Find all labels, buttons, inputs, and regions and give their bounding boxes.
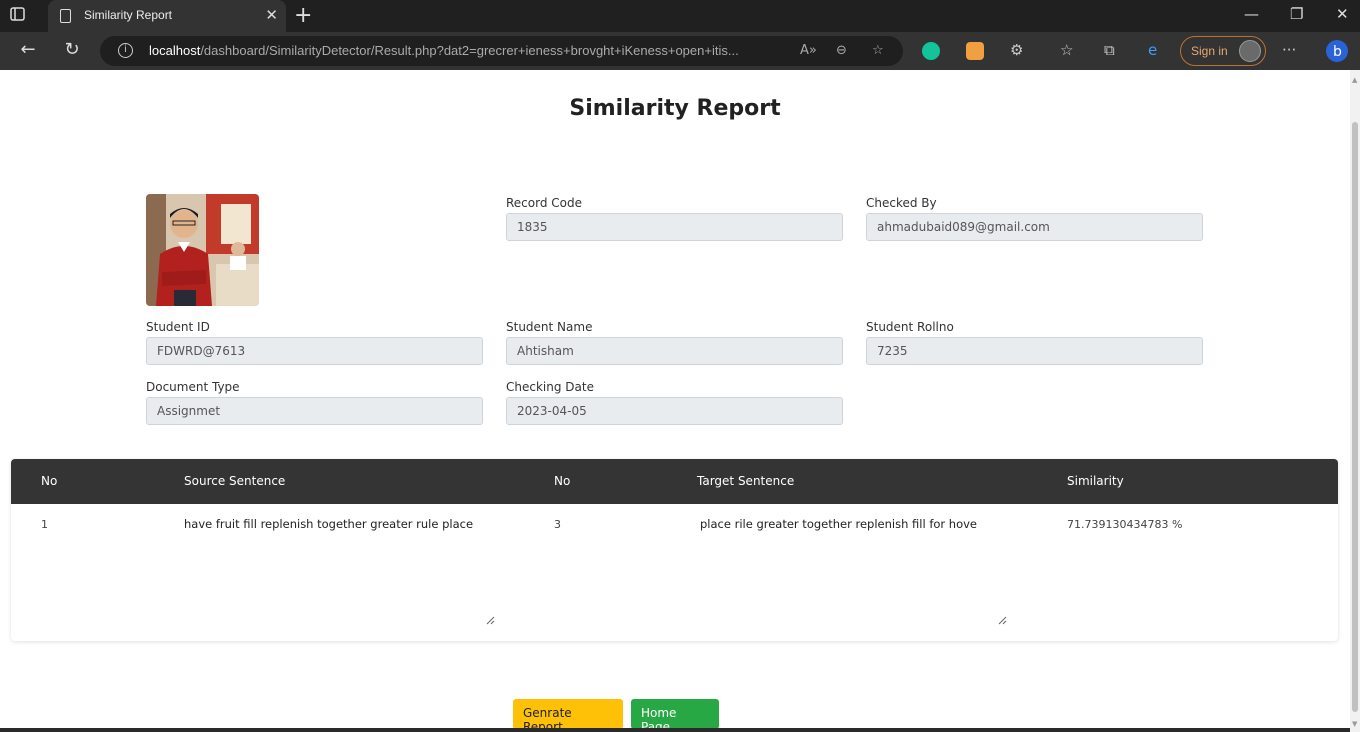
page-scrollbar[interactable]: ▲ ▼: [1350, 70, 1360, 732]
bing-copilot-icon[interactable]: b: [1322, 34, 1352, 68]
checking-date-label: Checking Date: [506, 380, 594, 394]
collections-icon[interactable]: ⧉: [1104, 41, 1115, 59]
restore-icon[interactable]: ❐: [1290, 5, 1303, 23]
page-icon: [60, 9, 71, 23]
student-name-label: Student Name: [506, 320, 593, 334]
ie-mode-icon[interactable]: e: [1148, 41, 1157, 59]
table-header: No Source Sentence No Target Sentence Si…: [11, 459, 1338, 504]
grammarly-icon[interactable]: [922, 42, 940, 60]
checked-by-field[interactable]: ahmadubaid089@gmail.com: [866, 213, 1203, 241]
extensions-icon[interactable]: ⚙: [1010, 41, 1023, 59]
student-id-label: Student ID: [146, 320, 210, 334]
source-no-cell: 1: [41, 518, 48, 531]
close-tab-icon[interactable]: ✕: [265, 6, 278, 24]
site-info-icon[interactable]: i: [118, 43, 133, 58]
scrollbar-thumb[interactable]: [1352, 122, 1358, 712]
page-content: Similarity Report Record Code 1835 Check…: [0, 70, 1350, 732]
checked-by-label: Checked By: [866, 196, 937, 210]
favorites-icon[interactable]: ☆: [1060, 41, 1073, 59]
tab-actions-icon[interactable]: [10, 6, 38, 28]
similarity-cell: 71.739130434783 %: [1067, 518, 1183, 531]
svg-text:b: b: [1333, 44, 1342, 60]
read-aloud-icon[interactable]: A»: [800, 43, 817, 58]
resize-handle-icon[interactable]: [998, 616, 1007, 625]
browser-tab[interactable]: Similarity Report ✕: [48, 0, 286, 32]
address-bar[interactable]: i localhost/dashboard/SimilarityDetector…: [100, 36, 903, 66]
column-header-target-sentence: Target Sentence: [697, 474, 795, 488]
column-header-target-no: No: [554, 474, 571, 488]
browser-toolbar: ← ↻ i localhost/dashboard/SimilarityDete…: [0, 32, 1360, 70]
document-type-label: Document Type: [146, 380, 240, 394]
more-options-icon[interactable]: ···: [1282, 41, 1296, 59]
minimize-icon[interactable]: —: [1244, 5, 1259, 23]
student-id-field[interactable]: FDWRD@7613: [146, 337, 483, 365]
source-sentence-textarea[interactable]: have fruit fill replenish together great…: [181, 513, 495, 625]
checking-date-field[interactable]: 2023-04-05: [506, 397, 843, 425]
refresh-icon[interactable]: ↻: [60, 39, 84, 60]
sign-in-button[interactable]: Sign in: [1180, 36, 1266, 66]
tab-title: Similarity Report: [84, 8, 173, 22]
bottom-strip: [0, 728, 1350, 732]
browser-tab-bar: Similarity Report ✕ + — ❐ ✕: [0, 0, 1360, 32]
scroll-down-icon[interactable]: ▼: [1352, 720, 1357, 728]
student-name-field[interactable]: Ahtisham: [506, 337, 843, 365]
scroll-up-icon[interactable]: ▲: [1352, 76, 1357, 84]
record-code-field[interactable]: 1835: [506, 213, 843, 241]
column-header-source-no: No: [41, 474, 58, 488]
url-text: localhost/dashboard/SimilarityDetector/R…: [149, 43, 739, 58]
document-type-field[interactable]: Assignmet: [146, 397, 483, 425]
target-no-cell: 3: [554, 518, 561, 531]
student-rollno-field[interactable]: 7235: [866, 337, 1203, 365]
generate-report-button[interactable]: Genrate Report: [513, 699, 623, 732]
home-page-button[interactable]: Home Page: [631, 699, 719, 732]
favorite-add-icon[interactable]: ☆: [872, 43, 884, 58]
student-rollno-label: Student Rollno: [866, 320, 954, 334]
new-tab-icon[interactable]: +: [294, 3, 312, 28]
zoom-icon[interactable]: ⊖: [836, 43, 847, 58]
column-header-source-sentence: Source Sentence: [184, 474, 286, 488]
target-sentence-textarea[interactable]: place rile greater together replenish fi…: [697, 513, 1007, 625]
extension-icon[interactable]: [966, 42, 984, 60]
avatar: [1239, 40, 1261, 62]
page-title: Similarity Report: [569, 96, 781, 121]
close-window-icon[interactable]: ✕: [1336, 5, 1349, 23]
student-photo: [146, 194, 259, 306]
similarity-table: No Source Sentence No Target Sentence Si…: [11, 459, 1338, 641]
resize-handle-icon[interactable]: [486, 616, 495, 625]
record-code-label: Record Code: [506, 196, 582, 210]
column-header-similarity: Similarity: [1067, 474, 1124, 488]
back-icon[interactable]: ←: [16, 39, 40, 60]
